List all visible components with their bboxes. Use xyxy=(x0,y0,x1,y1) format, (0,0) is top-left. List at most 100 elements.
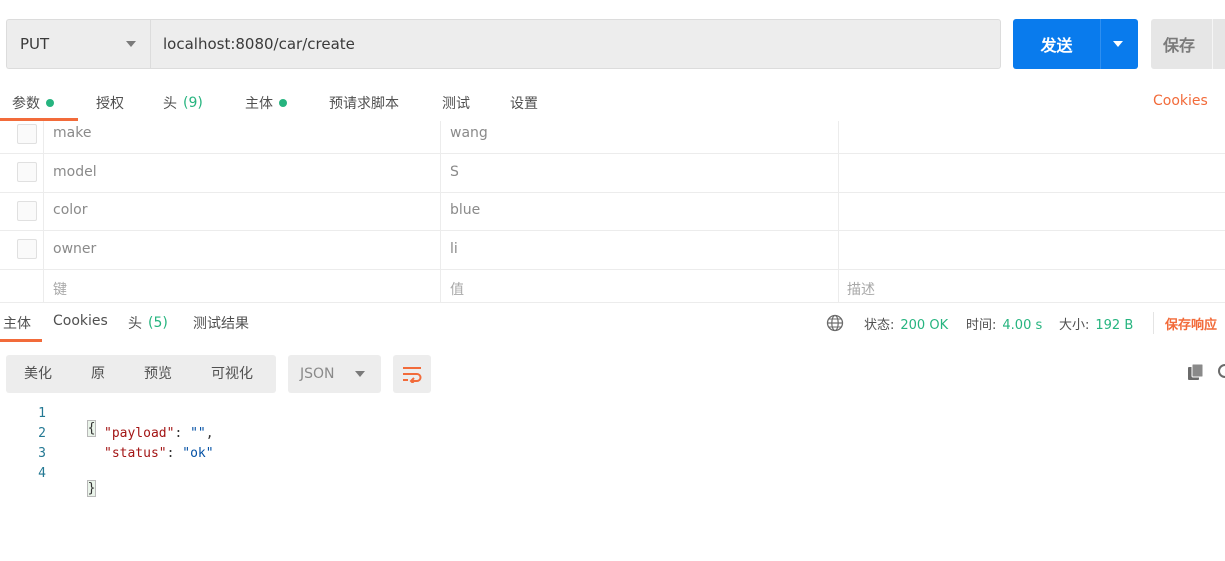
row-checkbox[interactable] xyxy=(17,239,37,259)
tab-headers-label: 头 xyxy=(163,96,177,112)
param-key[interactable]: owner xyxy=(53,241,96,257)
chevron-down-icon xyxy=(126,41,136,47)
json-colon: : xyxy=(166,446,183,461)
column-divider xyxy=(43,121,44,303)
tab-body[interactable]: 主体 xyxy=(245,93,287,113)
tab-tests-label: 测试 xyxy=(442,96,470,112)
search-icon[interactable] xyxy=(1217,363,1225,381)
param-value[interactable]: li xyxy=(450,241,458,257)
method-select[interactable]: PUT xyxy=(6,19,150,69)
tab-tests[interactable]: 测试 xyxy=(442,93,470,113)
code-line: "status": "ok" xyxy=(104,446,214,461)
format-select[interactable]: JSON xyxy=(288,355,381,393)
table-row xyxy=(0,231,1225,270)
param-key[interactable]: make xyxy=(53,125,91,141)
table-row xyxy=(0,154,1225,193)
param-value[interactable]: S xyxy=(450,164,459,180)
globe-icon[interactable] xyxy=(826,314,844,332)
param-value[interactable]: wang xyxy=(450,125,488,141)
send-divider xyxy=(1100,19,1101,69)
response-tab-body-label: 主体 xyxy=(3,316,31,332)
copy-icon[interactable] xyxy=(1187,363,1205,381)
table-row xyxy=(0,121,1225,154)
param-value[interactable]: blue xyxy=(450,202,480,218)
value-placeholder[interactable]: 值 xyxy=(450,279,464,299)
table-row xyxy=(0,193,1225,231)
time-value[interactable]: 4.00 s xyxy=(1002,318,1042,333)
json-key: "payload" xyxy=(104,426,175,441)
format-value: JSON xyxy=(300,366,335,382)
row-checkbox[interactable] xyxy=(17,201,37,221)
tab-settings-label: 设置 xyxy=(510,96,538,112)
line-number: 3 xyxy=(38,446,46,461)
status-dot xyxy=(279,99,287,107)
view-preview-button[interactable]: 预览 xyxy=(144,355,172,393)
tab-auth[interactable]: 授权 xyxy=(96,93,124,113)
key-placeholder[interactable]: 键 xyxy=(53,279,67,299)
json-comma: , xyxy=(205,426,214,441)
json-colon: : xyxy=(174,426,191,441)
response-status: 状态: 200 OK xyxy=(864,314,948,333)
json-key: "status" xyxy=(104,446,167,461)
response-size: 大小: 192 B xyxy=(1059,314,1133,333)
view-pretty-button[interactable]: 美化 xyxy=(24,355,52,393)
response-tab-test-results[interactable]: 测试结果 xyxy=(193,313,249,333)
tab-headers[interactable]: 头 (9) xyxy=(163,93,203,113)
code-line: "payload": "", xyxy=(104,426,214,441)
close-brace: } xyxy=(86,480,97,497)
line-number: 4 xyxy=(38,466,46,481)
column-divider xyxy=(838,121,839,303)
tab-auth-label: 授权 xyxy=(96,96,124,112)
method-value: PUT xyxy=(20,35,50,53)
code-line: { xyxy=(72,406,97,437)
line-number: 1 xyxy=(38,406,46,421)
url-input[interactable] xyxy=(150,19,1001,69)
send-options-chevron-icon[interactable] xyxy=(1113,41,1123,47)
response-tab-body[interactable]: 主体 xyxy=(3,313,31,333)
tab-pre-request-label: 预请求脚本 xyxy=(329,96,399,112)
tab-pre-request-script[interactable]: 预请求脚本 xyxy=(329,93,399,113)
response-tab-cookies-label: Cookies xyxy=(53,313,108,329)
save-label: 保存 xyxy=(1163,36,1196,55)
wrap-lines-button[interactable] xyxy=(393,355,431,393)
send-button[interactable]: 发送 xyxy=(1013,19,1138,69)
open-brace: { xyxy=(86,420,97,437)
active-response-tab-indicator xyxy=(0,339,42,342)
row-checkbox[interactable] xyxy=(17,124,37,144)
status-value[interactable]: 200 OK xyxy=(900,318,948,333)
response-tab-headers[interactable]: 头 (5) xyxy=(128,313,168,333)
json-value: "ok" xyxy=(182,446,214,461)
cookies-link[interactable]: Cookies xyxy=(1153,93,1208,109)
tab-headers-count: (9) xyxy=(183,95,203,111)
code-line: } xyxy=(72,466,97,497)
wrap-lines-icon xyxy=(403,367,422,383)
table-row-placeholder xyxy=(0,270,1225,303)
view-raw-button[interactable]: 原 xyxy=(91,355,105,393)
size-value[interactable]: 192 B xyxy=(1095,318,1133,333)
column-divider xyxy=(440,121,441,303)
response-tab-headers-label: 头 xyxy=(128,316,142,332)
status-label: 状态: xyxy=(864,318,895,333)
response-tab-test-results-label: 测试结果 xyxy=(193,316,249,332)
param-key[interactable]: color xyxy=(53,202,87,218)
line-number: 2 xyxy=(38,426,46,441)
response-time: 时间: 4.00 s xyxy=(966,314,1042,333)
view-visualize-button[interactable]: 可视化 xyxy=(211,355,253,393)
response-tab-cookies[interactable]: Cookies xyxy=(53,313,108,329)
time-label: 时间: xyxy=(966,318,997,333)
save-response-button[interactable]: 保存响应 xyxy=(1165,314,1217,333)
json-value: "" xyxy=(190,426,206,441)
chevron-down-icon xyxy=(355,371,365,377)
save-divider xyxy=(1212,19,1213,69)
tab-body-label: 主体 xyxy=(245,96,273,112)
response-tab-headers-count: (5) xyxy=(148,315,168,331)
status-dot xyxy=(46,99,54,107)
row-checkbox[interactable] xyxy=(17,162,37,182)
send-label: 发送 xyxy=(1040,36,1073,55)
tab-settings[interactable]: 设置 xyxy=(510,93,538,113)
tab-params[interactable]: 参数 xyxy=(12,93,54,113)
save-button[interactable]: 保存 xyxy=(1151,19,1225,69)
size-label: 大小: xyxy=(1059,318,1090,333)
description-placeholder[interactable]: 描述 xyxy=(847,279,875,299)
param-key[interactable]: model xyxy=(53,164,97,180)
